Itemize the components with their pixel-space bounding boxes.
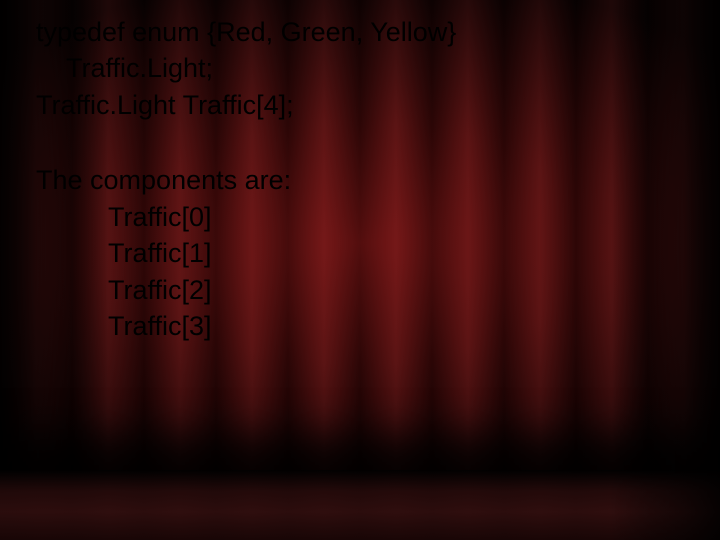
slide-content: typedef enum {Red, Green, Yellow} Traffi…	[0, 0, 720, 345]
spacer	[36, 123, 700, 162]
component-item: Traffic[1]	[36, 235, 700, 271]
components-block: The components are: Traffic[0] Traffic[1…	[36, 162, 700, 344]
component-item: Traffic[3]	[36, 308, 700, 344]
slide-stage: typedef enum {Red, Green, Yellow} Traffi…	[0, 0, 720, 540]
stage-floor	[0, 470, 720, 540]
code-line-1: typedef enum {Red, Green, Yellow}	[36, 14, 700, 50]
components-heading: The components are:	[36, 162, 700, 198]
code-block: typedef enum {Red, Green, Yellow} Traffi…	[36, 14, 700, 123]
component-item: Traffic[0]	[36, 199, 700, 235]
code-line-3: Traffic.Light Traffic[4];	[36, 87, 700, 123]
component-item: Traffic[2]	[36, 272, 700, 308]
code-line-2: Traffic.Light;	[36, 50, 700, 86]
